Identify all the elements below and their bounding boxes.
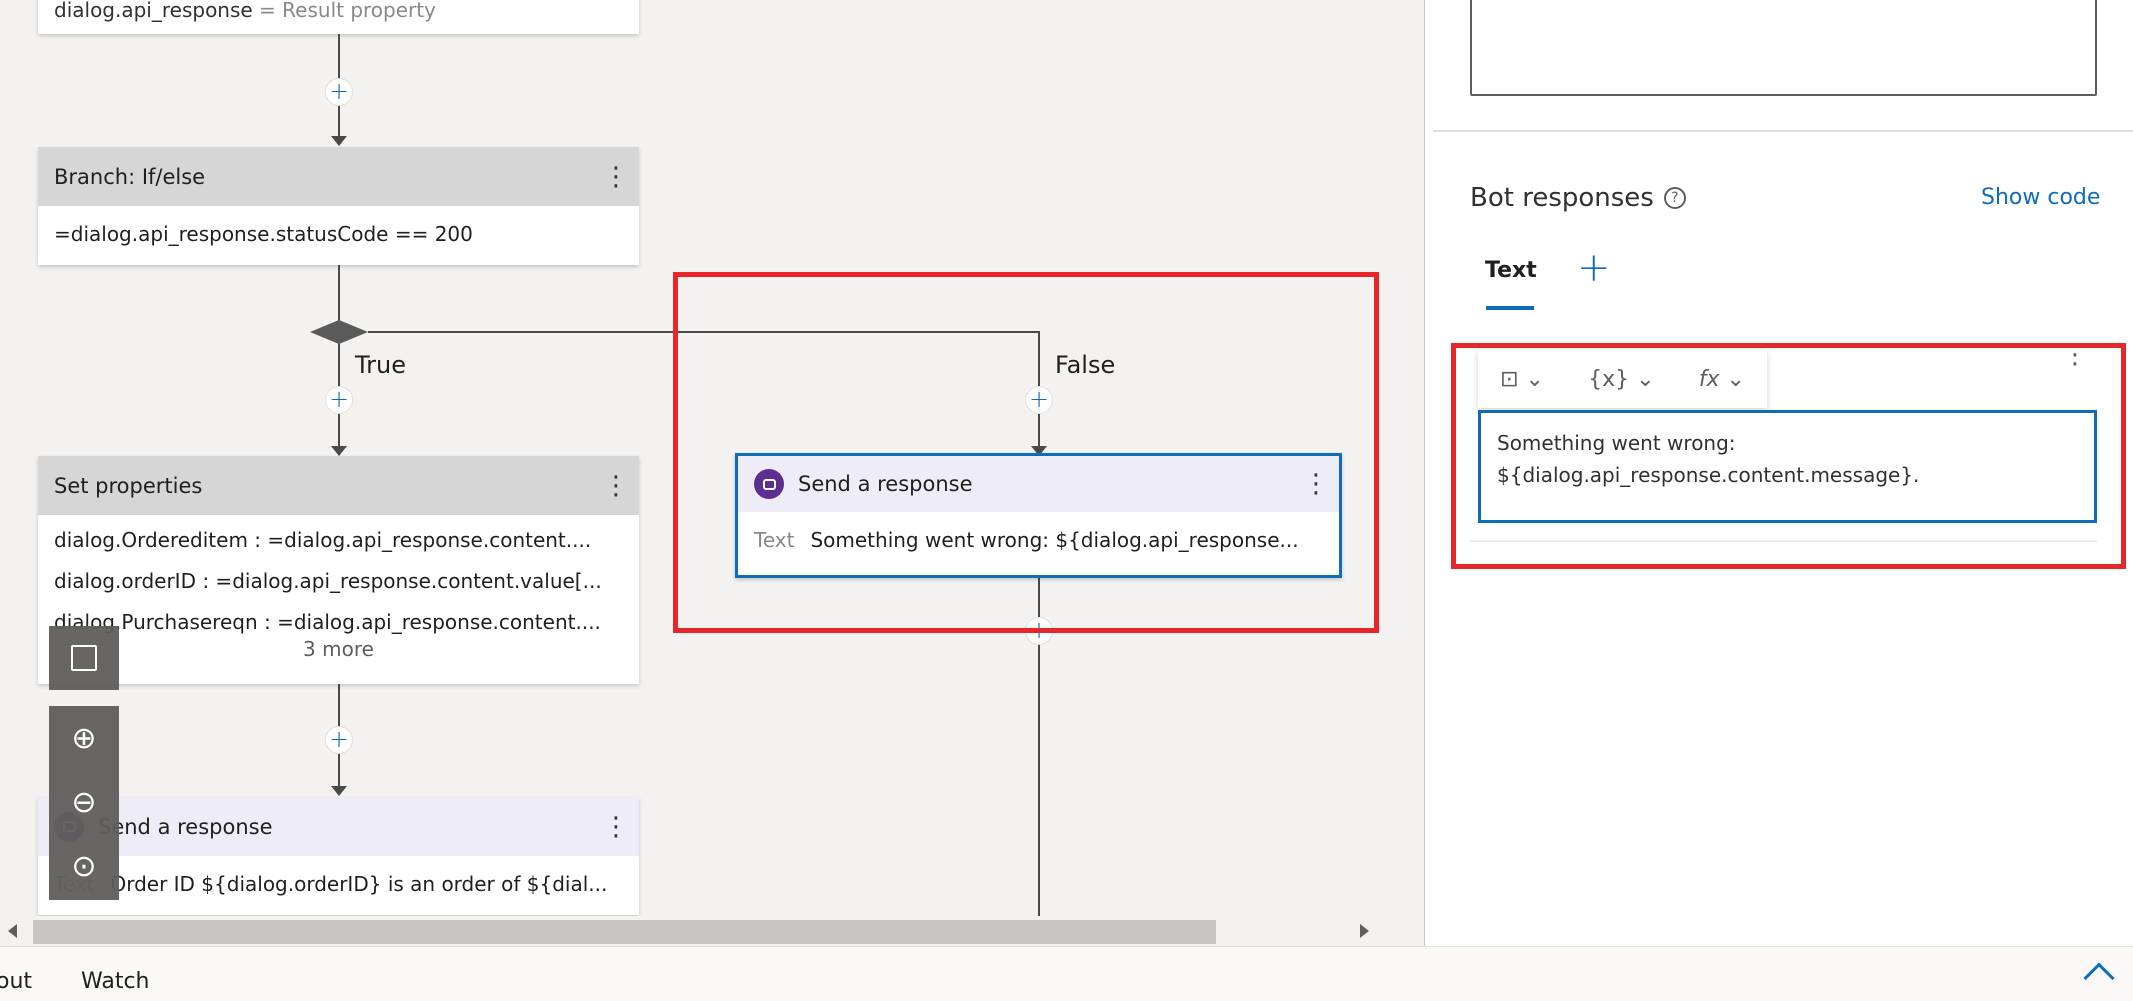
show-code-link[interactable]: Show code (1981, 185, 2100, 210)
tab-output[interactable]: out (0, 969, 32, 994)
property-row: dialog.orderID : =dialog.api_response.co… (54, 569, 602, 593)
response-text: Order ID ${dialog.orderID} is an order o… (110, 872, 608, 896)
scrollbar-thumb[interactable] (33, 920, 1216, 944)
result-property-name: dialog.api_response (54, 0, 253, 22)
expand-panel-icon[interactable] (2083, 962, 2115, 994)
connector (338, 265, 340, 455)
divider (1433, 130, 2133, 132)
result-property-suffix: = Result property (252, 0, 436, 22)
highlight-box (673, 272, 1379, 633)
more-options-icon[interactable]: ⋮ (603, 814, 629, 840)
scroll-right-icon[interactable] (1360, 924, 1369, 938)
more-options-icon[interactable]: ⋮ (603, 473, 629, 499)
previous-field-box[interactable] (1470, 0, 2097, 96)
add-node-button[interactable]: + (325, 78, 353, 106)
horizontal-scrollbar[interactable] (0, 916, 1382, 946)
add-node-button[interactable]: + (325, 386, 353, 414)
send-response-card-true[interactable]: Send a response⋮ TextOrder ID ${dialog.o… (38, 797, 639, 915)
branch-condition: =dialog.api_response.statusCode == 200 (54, 222, 473, 246)
branch-title: Branch: If/else (54, 164, 206, 189)
more-options-icon[interactable]: ⋮ (603, 164, 629, 190)
send-response-title: Send a response (98, 814, 273, 839)
scroll-left-icon[interactable] (8, 924, 17, 938)
minimap-toggle-button[interactable] (49, 626, 119, 690)
zoom-in-icon[interactable]: ⊕ (49, 706, 119, 770)
minimap-icon (71, 645, 97, 671)
tab-text[interactable]: Text (1485, 258, 1537, 283)
zoom-toolbar: ⊕ ⊖ ⊙ (49, 706, 119, 900)
set-properties-title: Set properties (54, 473, 203, 498)
properties-panel: Bot responses ? Show code Text + ⊡ ⌄ {x}… (1424, 0, 2133, 946)
tab-watch[interactable]: Watch (81, 969, 150, 994)
arrow-icon (331, 446, 347, 456)
add-node-button[interactable]: + (325, 726, 353, 754)
set-properties-card[interactable]: Set properties ⋮ dialog.Ordereditem : =di… (38, 456, 639, 684)
result-property-card[interactable]: dialog.api_response = Result property (38, 0, 639, 34)
arrow-icon (331, 786, 347, 796)
recenter-icon[interactable]: ⊙ (49, 834, 119, 898)
arrow-icon (331, 136, 347, 146)
branch-card[interactable]: Branch: If/else ⋮ =dialog.api_response.st… (38, 147, 639, 265)
help-icon[interactable]: ? (1663, 187, 1686, 209)
zoom-out-icon[interactable]: ⊖ (49, 770, 119, 834)
add-response-icon[interactable]: + (1577, 248, 1611, 288)
bot-responses-heading: Bot responses (1470, 183, 1654, 213)
bottom-panel-bar: out Watch (0, 946, 2133, 1001)
true-branch-label: True (355, 351, 406, 379)
authoring-canvas[interactable]: dialog.api_response = Result property + … (0, 0, 1382, 946)
property-row: dialog.Ordereditem : =dialog.api_respons… (54, 528, 592, 552)
branch-diamond-icon (310, 320, 368, 344)
highlight-box (1451, 343, 2126, 569)
tab-underline (1486, 306, 1534, 310)
tab-text-label: Text (1485, 258, 1537, 283)
